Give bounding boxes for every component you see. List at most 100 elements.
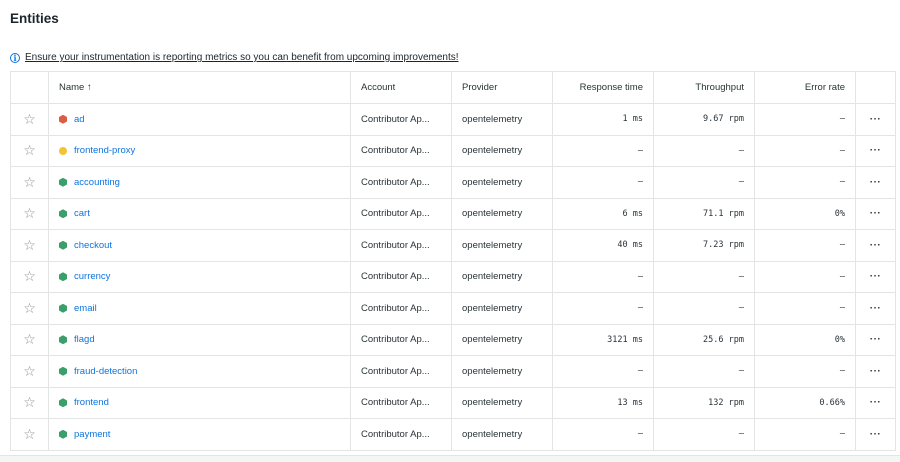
entity-name-link[interactable]: frontend [74,397,109,408]
table-header-row: Name ↑ Account Provider Response time Th… [10,71,896,104]
account-cell: Contributor Ap... [350,323,452,356]
account-cell: Contributor Ap... [350,134,452,167]
entity-name-link[interactable]: frontend-proxy [74,145,135,156]
entity-name-link[interactable]: cart [74,208,90,219]
status-healthy-icon [59,272,67,282]
response-time-cell: – [552,166,654,199]
favorite-star-icon[interactable]: ☆ [10,166,49,199]
row-actions-ellipsis-icon[interactable]: ··· [855,197,896,230]
table-row[interactable]: ☆ ad Contributor Ap... opentelemetry 1 m… [10,103,896,136]
provider-cell: opentelemetry [451,166,553,199]
entity-name-cell: checkout [48,229,351,262]
throughput-cell: 25.6 rpm [653,323,755,356]
row-actions-ellipsis-icon[interactable]: ··· [855,260,896,293]
entity-name-cell: accounting [48,166,351,199]
column-header-provider[interactable]: Provider [451,71,553,104]
favorite-star-icon[interactable]: ☆ [10,197,49,230]
entity-name-cell: cart [48,197,351,230]
actions-column-header [855,71,896,104]
error-rate-cell: 0% [754,323,856,356]
entity-name-link[interactable]: currency [74,271,110,282]
row-actions-ellipsis-icon[interactable]: ··· [855,386,896,419]
throughput-cell: – [653,292,755,325]
status-healthy-icon [59,398,67,408]
table-row[interactable]: ☆ checkout Contributor Ap... opentelemet… [10,229,896,262]
table-row[interactable]: ☆ frontend-proxy Contributor Ap... opent… [10,134,896,167]
favorite-star-icon[interactable]: ☆ [10,134,49,167]
column-header-account[interactable]: Account [350,71,452,104]
column-header-throughput[interactable]: Throughput [653,71,755,104]
table-row[interactable]: ☆ email Contributor Ap... opentelemetry … [10,292,896,325]
table-body: ☆ ad Contributor Ap... opentelemetry 1 m… [10,103,896,451]
error-rate-cell: – [754,229,856,262]
status-healthy-icon [59,177,67,187]
favorite-star-icon[interactable]: ☆ [10,355,49,388]
error-rate-cell: – [754,134,856,167]
row-actions-ellipsis-icon[interactable]: ··· [855,418,896,451]
account-cell: Contributor Ap... [350,103,452,136]
row-actions-ellipsis-icon[interactable]: ··· [855,103,896,136]
error-rate-cell: 0.66% [754,386,856,419]
entity-name-link[interactable]: checkout [74,240,112,251]
error-rate-cell: – [754,355,856,388]
response-time-cell: 1 ms [552,103,654,136]
table-row[interactable]: ☆ fraud-detection Contributor Ap... open… [10,355,896,388]
favorite-star-icon[interactable]: ☆ [10,103,49,136]
account-cell: Contributor Ap... [350,197,452,230]
response-time-cell: 6 ms [552,197,654,230]
account-cell: Contributor Ap... [350,166,452,199]
instrumentation-notice[interactable]: i Ensure your instrumentation is reporti… [10,52,459,63]
table-row[interactable]: ☆ currency Contributor Ap... opentelemet… [10,260,896,293]
response-time-cell: – [552,260,654,293]
provider-cell: opentelemetry [451,103,553,136]
entity-name-link[interactable]: email [74,303,97,314]
table-row[interactable]: ☆ frontend Contributor Ap... opentelemet… [10,386,896,419]
provider-cell: opentelemetry [451,292,553,325]
status-healthy-icon [59,429,67,439]
entity-name-cell: frontend-proxy [48,134,351,167]
entity-name-link[interactable]: payment [74,429,110,440]
throughput-cell: – [653,355,755,388]
table-row[interactable]: ☆ cart Contributor Ap... opentelemetry 6… [10,197,896,230]
column-header-response-time[interactable]: Response time [552,71,654,104]
provider-cell: opentelemetry [451,386,553,419]
status-healthy-icon [59,240,67,250]
favorite-star-icon[interactable]: ☆ [10,418,49,451]
provider-cell: opentelemetry [451,260,553,293]
row-actions-ellipsis-icon[interactable]: ··· [855,355,896,388]
error-rate-cell: – [754,166,856,199]
table-row[interactable]: ☆ accounting Contributor Ap... opentelem… [10,166,896,199]
row-actions-ellipsis-icon[interactable]: ··· [855,166,896,199]
response-time-cell: 40 ms [552,229,654,262]
row-actions-ellipsis-icon[interactable]: ··· [855,292,896,325]
page-title: Entities [10,11,59,26]
row-actions-ellipsis-icon[interactable]: ··· [855,229,896,262]
account-cell: Contributor Ap... [350,386,452,419]
favorite-column-header [10,71,49,104]
table-row[interactable]: ☆ flagd Contributor Ap... opentelemetry … [10,323,896,356]
table-row[interactable]: ☆ payment Contributor Ap... opentelemetr… [10,418,896,451]
favorite-star-icon[interactable]: ☆ [10,386,49,419]
account-cell: Contributor Ap... [350,229,452,262]
favorite-star-icon[interactable]: ☆ [10,323,49,356]
notice-text[interactable]: Ensure your instrumentation is reporting… [25,52,459,63]
entity-name-link[interactable]: fraud-detection [74,366,137,377]
account-cell: Contributor Ap... [350,260,452,293]
provider-cell: opentelemetry [451,323,553,356]
column-header-error-rate[interactable]: Error rate [754,71,856,104]
provider-cell: opentelemetry [451,418,553,451]
row-actions-ellipsis-icon[interactable]: ··· [855,134,896,167]
favorite-star-icon[interactable]: ☆ [10,229,49,262]
status-healthy-icon [59,303,67,313]
entity-name-link[interactable]: accounting [74,177,120,188]
favorite-star-icon[interactable]: ☆ [10,292,49,325]
entity-name-link[interactable]: ad [74,114,85,125]
throughput-cell: – [653,260,755,293]
entity-name-cell: flagd [48,323,351,356]
column-header-name[interactable]: Name ↑ [48,71,351,104]
status-warning-icon [59,146,67,155]
entity-name-link[interactable]: flagd [74,334,95,345]
throughput-cell: – [653,166,755,199]
row-actions-ellipsis-icon[interactable]: ··· [855,323,896,356]
favorite-star-icon[interactable]: ☆ [10,260,49,293]
